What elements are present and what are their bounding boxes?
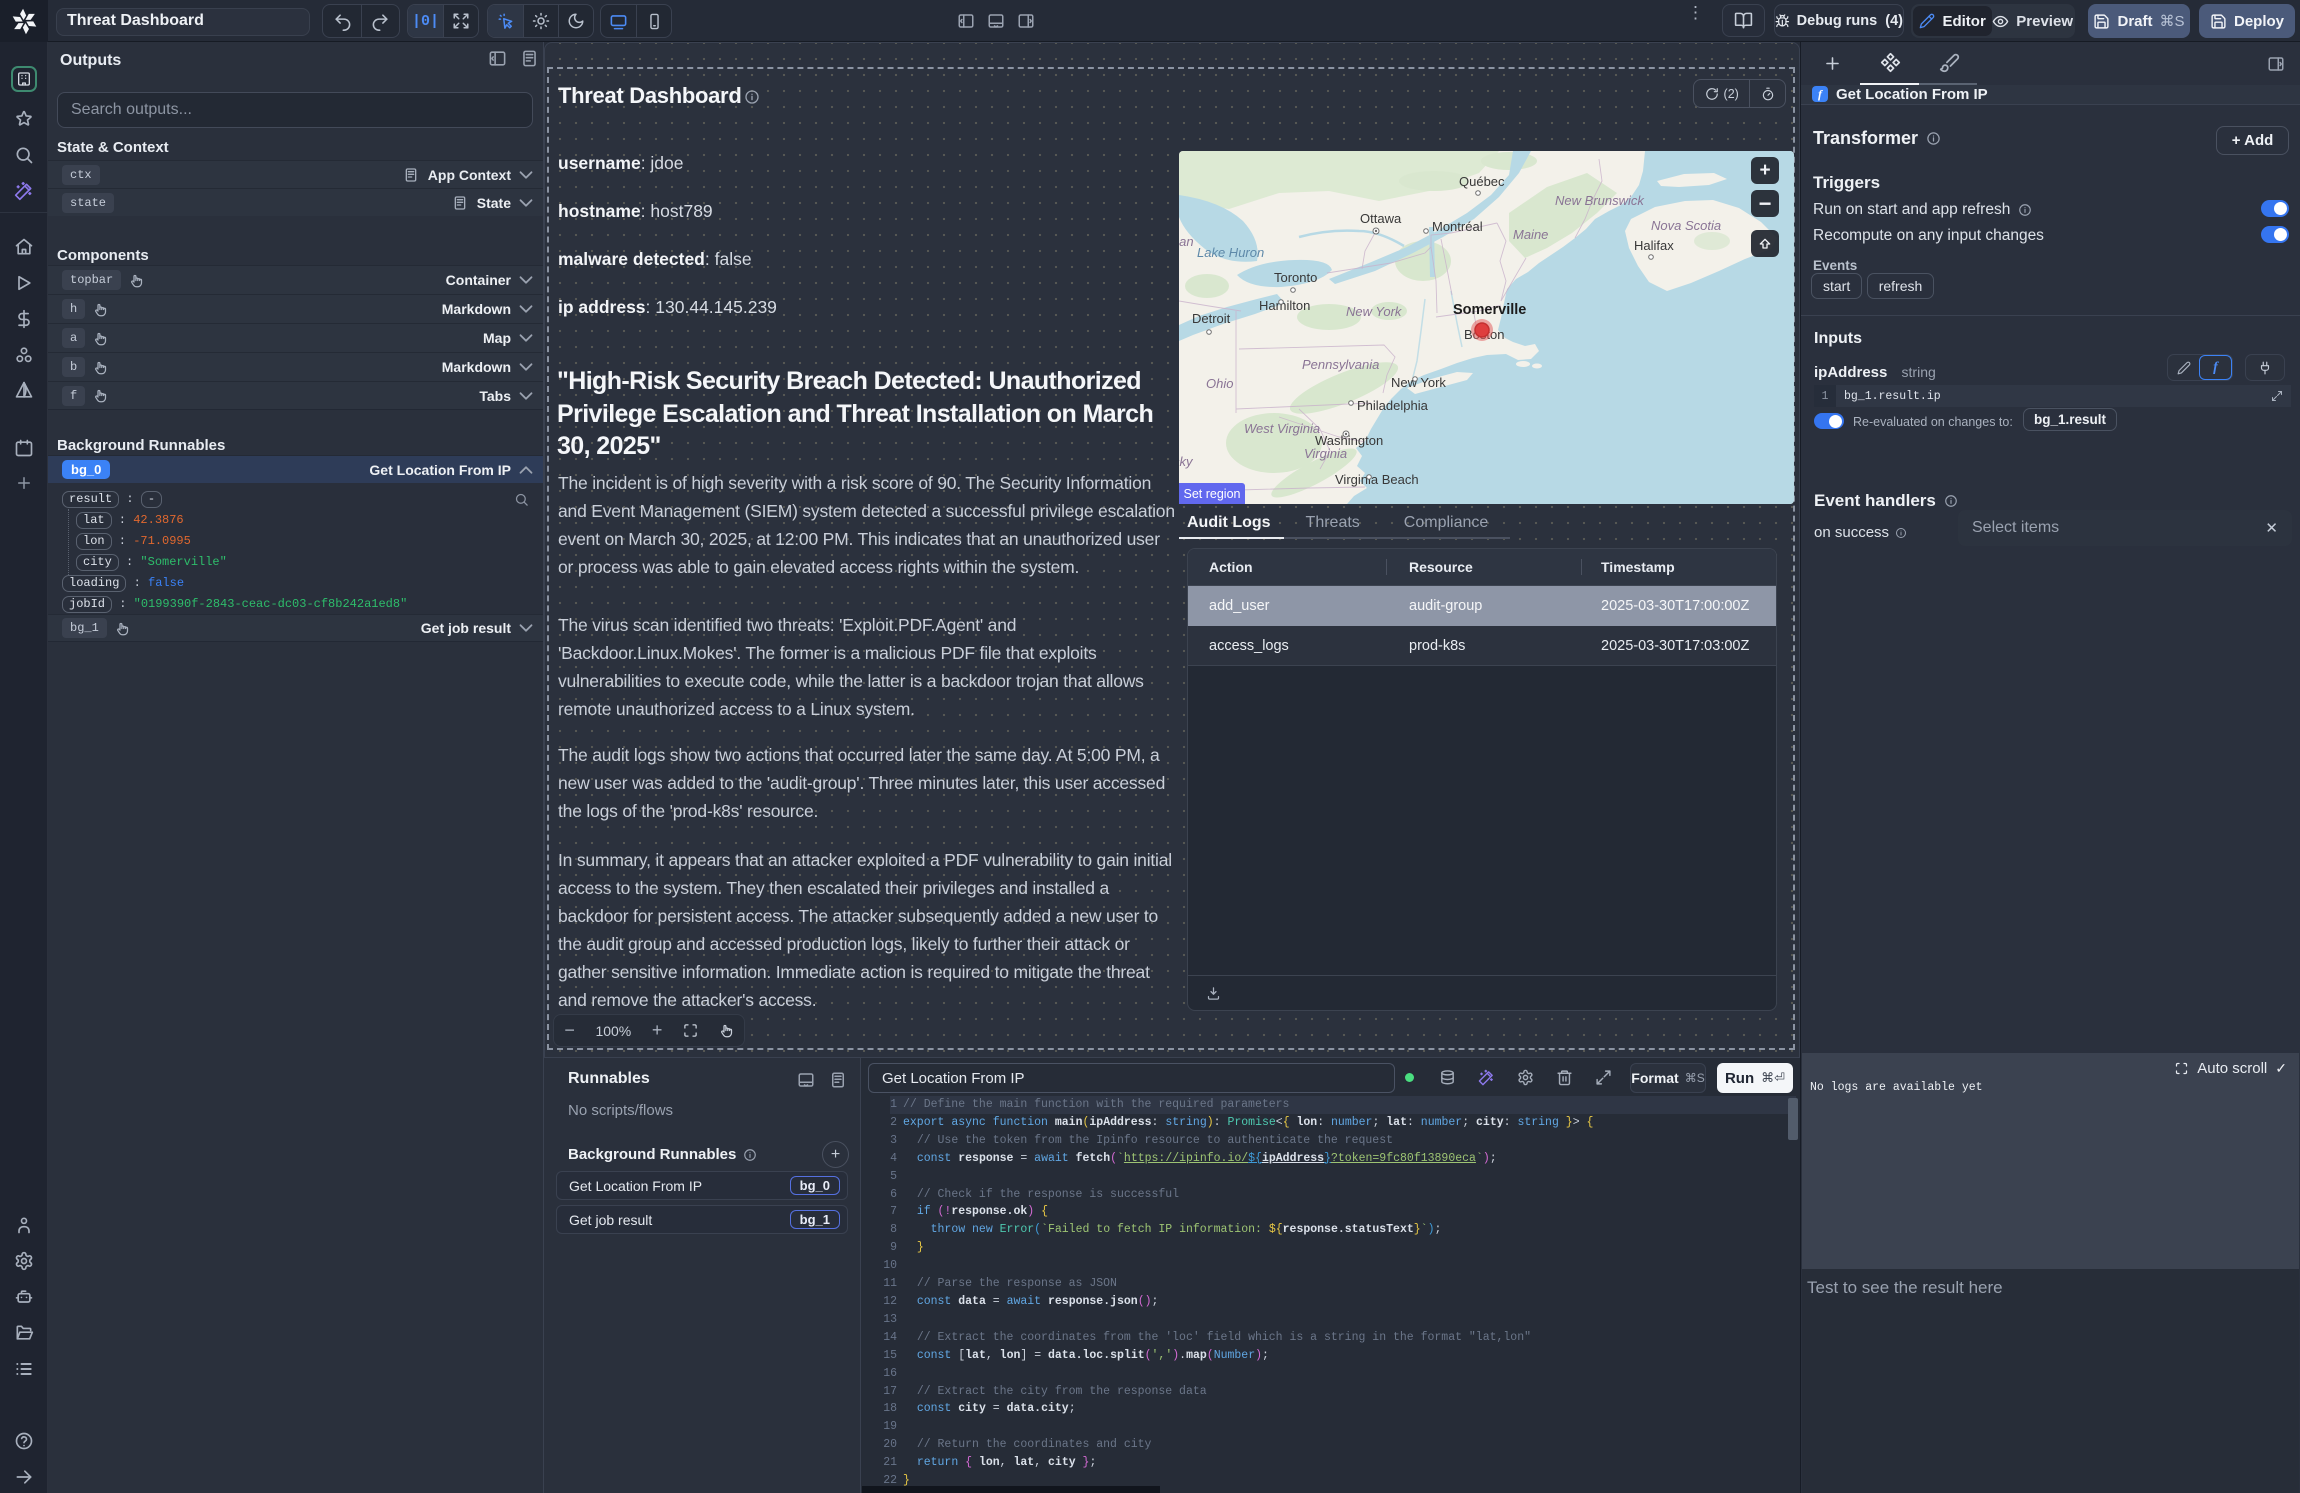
svg-text:Hamilton: Hamilton — [1259, 298, 1310, 313]
svg-text:Philadelphia: Philadelphia — [1357, 398, 1429, 413]
svg-text:Detroit: Detroit — [1192, 311, 1231, 326]
svg-text:Virginia Beach: Virginia Beach — [1335, 472, 1419, 487]
svg-text:Ohio: Ohio — [1206, 376, 1233, 391]
svg-text:New York: New York — [1346, 304, 1403, 319]
svg-text:Nova Scotia: Nova Scotia — [1651, 218, 1721, 233]
svg-text:Halifax: Halifax — [1634, 238, 1674, 253]
svg-text:Québec: Québec — [1459, 174, 1505, 189]
svg-text:Montréal: Montréal — [1432, 219, 1483, 234]
svg-text:Toronto: Toronto — [1274, 270, 1317, 285]
svg-text:Virginia: Virginia — [1304, 446, 1347, 461]
svg-text:Pennsylvania: Pennsylvania — [1302, 357, 1379, 372]
svg-text:Somerville: Somerville — [1453, 302, 1526, 318]
svg-text:Lake Huron: Lake Huron — [1197, 245, 1264, 260]
svg-text:New York: New York — [1391, 375, 1446, 390]
svg-text:West Virginia: West Virginia — [1244, 421, 1320, 436]
svg-text:Maine: Maine — [1513, 227, 1548, 242]
svg-text:New Brunswick: New Brunswick — [1555, 193, 1645, 208]
svg-text:igan: igan — [1179, 234, 1194, 249]
svg-text:Ottawa: Ottawa — [1360, 211, 1402, 226]
svg-text:cky: cky — [1179, 454, 1194, 469]
